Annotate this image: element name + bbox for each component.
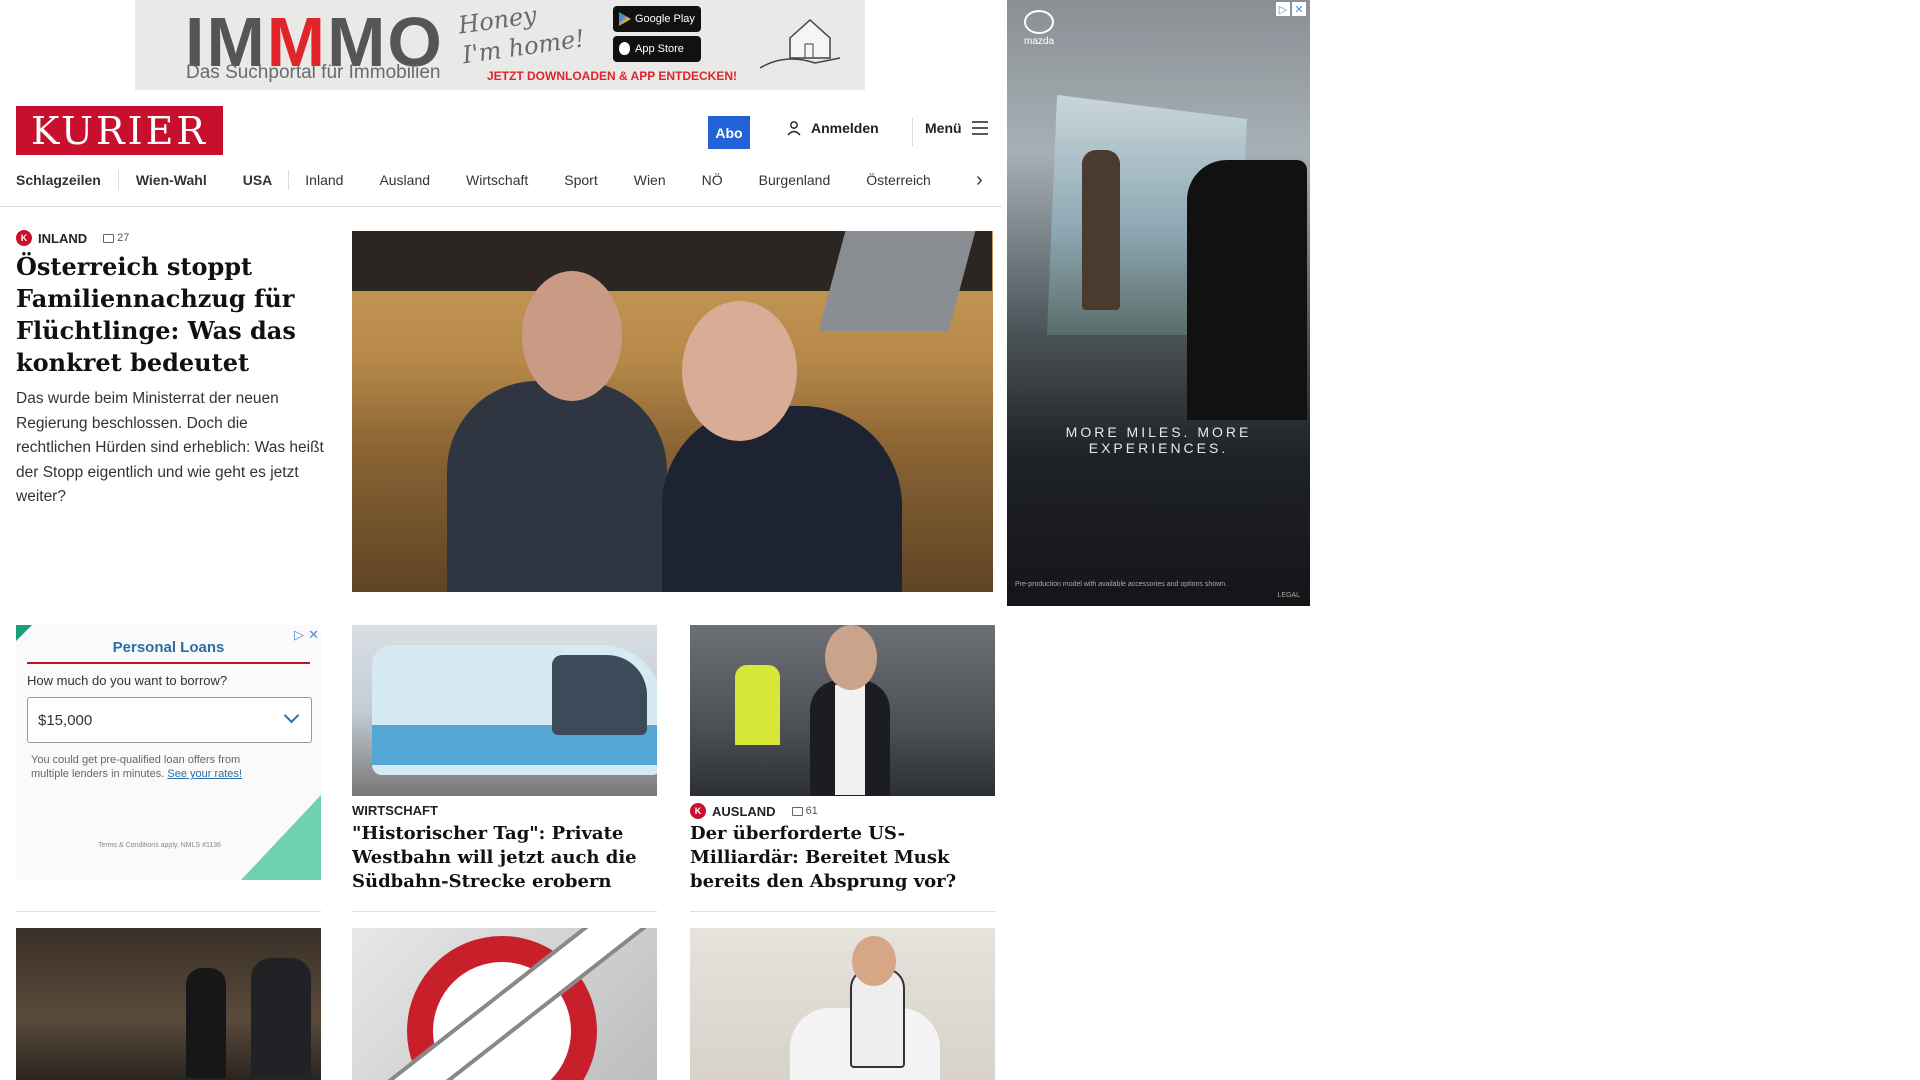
lead-image[interactable] bbox=[352, 231, 993, 592]
nav-item-burgenland[interactable]: Burgenland bbox=[759, 172, 831, 188]
card-category[interactable]: WIRTSCHAFT bbox=[352, 803, 438, 818]
ad-person bbox=[1082, 150, 1120, 310]
westbahn-image[interactable] bbox=[352, 625, 657, 796]
row-divider bbox=[352, 911, 657, 912]
row-divider bbox=[690, 911, 995, 912]
abo-button[interactable]: Abo bbox=[708, 116, 750, 149]
mazda-side-ad[interactable]: mazda ▷ ✕ MORE MILES. MORE EXPERIENCES. Pr… bbox=[1007, 0, 1310, 606]
nav-separator bbox=[117, 170, 119, 190]
mazda-logo: mazda bbox=[1019, 10, 1059, 50]
lead-category[interactable]: INLAND bbox=[38, 231, 87, 246]
comment-icon bbox=[103, 233, 115, 243]
card-comments[interactable]: 61 bbox=[791, 805, 818, 817]
loan-amount-select[interactable]: $15,000 bbox=[27, 697, 312, 743]
menu-label: Menü bbox=[925, 120, 962, 136]
woman-portrait-image[interactable] bbox=[690, 928, 995, 1080]
nav-item-wien-wahl[interactable]: Wien-Wahl bbox=[136, 172, 207, 188]
login-label: Anmelden bbox=[811, 120, 879, 136]
ad-legal-link[interactable]: LEGAL bbox=[1277, 592, 1300, 599]
card-headline[interactable]: Der überforderte US-Milliardär: Bereitet… bbox=[690, 822, 995, 894]
nav-next-arrow-icon[interactable]: › bbox=[976, 169, 983, 192]
card-meta: K AUSLAND 61 bbox=[690, 803, 818, 819]
nav-item-wien[interactable]: Wien bbox=[634, 172, 666, 188]
nav-separator bbox=[288, 170, 290, 190]
ad-car-seat bbox=[1187, 160, 1307, 420]
kurier-plus-badge: K bbox=[690, 803, 706, 819]
musk-image[interactable] bbox=[690, 625, 995, 796]
kurier-logo[interactable]: KURIER bbox=[16, 106, 223, 155]
app-store-badge[interactable]: App Store bbox=[613, 36, 701, 62]
loan-ad-title: Personal Loans bbox=[27, 639, 310, 664]
google-play-badge[interactable]: Google Play bbox=[613, 6, 701, 32]
loan-ad-terms: Terms & Conditions apply. NMLS #1136 bbox=[98, 842, 222, 849]
loan-ad-note: You could get pre-qualified loan offers … bbox=[31, 754, 242, 780]
lead-headline[interactable]: Österreich stoppt Familiennachzug für Fl… bbox=[16, 251, 306, 379]
ad-close-icon[interactable]: ✕ bbox=[1292, 2, 1306, 16]
nav-item-inland[interactable]: Inland bbox=[305, 172, 343, 188]
nav-item-schlagzeilen[interactable]: Schlagzeilen bbox=[16, 172, 101, 188]
see-rates-link[interactable]: See your rates! bbox=[167, 768, 242, 780]
nav-item-noe[interactable]: NÖ bbox=[702, 172, 723, 188]
lead-teaser[interactable]: Das wurde beim Ministerrat der neuen Reg… bbox=[16, 387, 326, 510]
login-button[interactable]: Anmelden bbox=[786, 120, 879, 136]
nav-item-ausland[interactable]: Ausland bbox=[379, 172, 430, 188]
ad-cta[interactable]: JETZT DOWNLOADEN & APP ENTDECKEN! bbox=[487, 69, 737, 83]
chevron-down-icon bbox=[283, 707, 300, 724]
row-divider bbox=[16, 911, 321, 912]
nav-item-sport[interactable]: Sport bbox=[564, 172, 597, 188]
menu-button[interactable]: Menü bbox=[925, 120, 988, 136]
lead-comments[interactable]: 27 bbox=[103, 232, 129, 244]
ad-script-text: Honey I'm home! bbox=[456, 0, 587, 70]
hamburger-icon bbox=[971, 121, 988, 135]
ad-fine-print: Pre-production model with available acce… bbox=[1015, 581, 1228, 588]
nav-item-wirtschaft[interactable]: Wirtschaft bbox=[466, 172, 528, 188]
site-header: KURIER Abo Anmelden Menü bbox=[0, 100, 1000, 160]
card-headline[interactable]: "Historischer Tag": Private Westbahn wil… bbox=[352, 822, 657, 894]
comment-icon bbox=[791, 806, 803, 816]
ad-tagline: Das Suchportal für Immobilien bbox=[186, 62, 441, 83]
loan-ad-question: How much do you want to borrow? bbox=[27, 673, 228, 688]
kurier-plus-badge: K bbox=[16, 230, 32, 246]
section-nav: Schlagzeilen Wien-Wahl USA Inland Auslan… bbox=[0, 165, 1002, 207]
ad-choices[interactable]: ▷ ✕ bbox=[1276, 2, 1306, 16]
nav-item-usa[interactable]: USA bbox=[243, 172, 273, 188]
lead-meta: K INLAND 27 bbox=[16, 230, 129, 246]
card-category[interactable]: AUSLAND bbox=[712, 804, 776, 819]
austria-tabak-image[interactable] bbox=[352, 928, 657, 1080]
nav-item-oesterreich[interactable]: Österreich bbox=[866, 172, 931, 188]
house-hand-icon bbox=[759, 18, 841, 69]
user-icon bbox=[787, 121, 801, 136]
press-conference-image[interactable] bbox=[16, 928, 321, 1080]
ad-corner-decoration bbox=[241, 795, 321, 880]
top-banner-ad[interactable]: IMMMO Das Suchportal für Immobilien Hone… bbox=[135, 0, 865, 90]
personal-loans-ad[interactable]: ▷ ✕ Personal Loans How much do you want t… bbox=[16, 625, 321, 880]
adchoices-icon[interactable]: ▷ bbox=[1276, 2, 1290, 16]
header-divider bbox=[912, 118, 913, 146]
ad-headline: MORE MILES. MORE EXPERIENCES. bbox=[1065, 424, 1252, 456]
card-meta: WIRTSCHAFT bbox=[352, 803, 438, 818]
